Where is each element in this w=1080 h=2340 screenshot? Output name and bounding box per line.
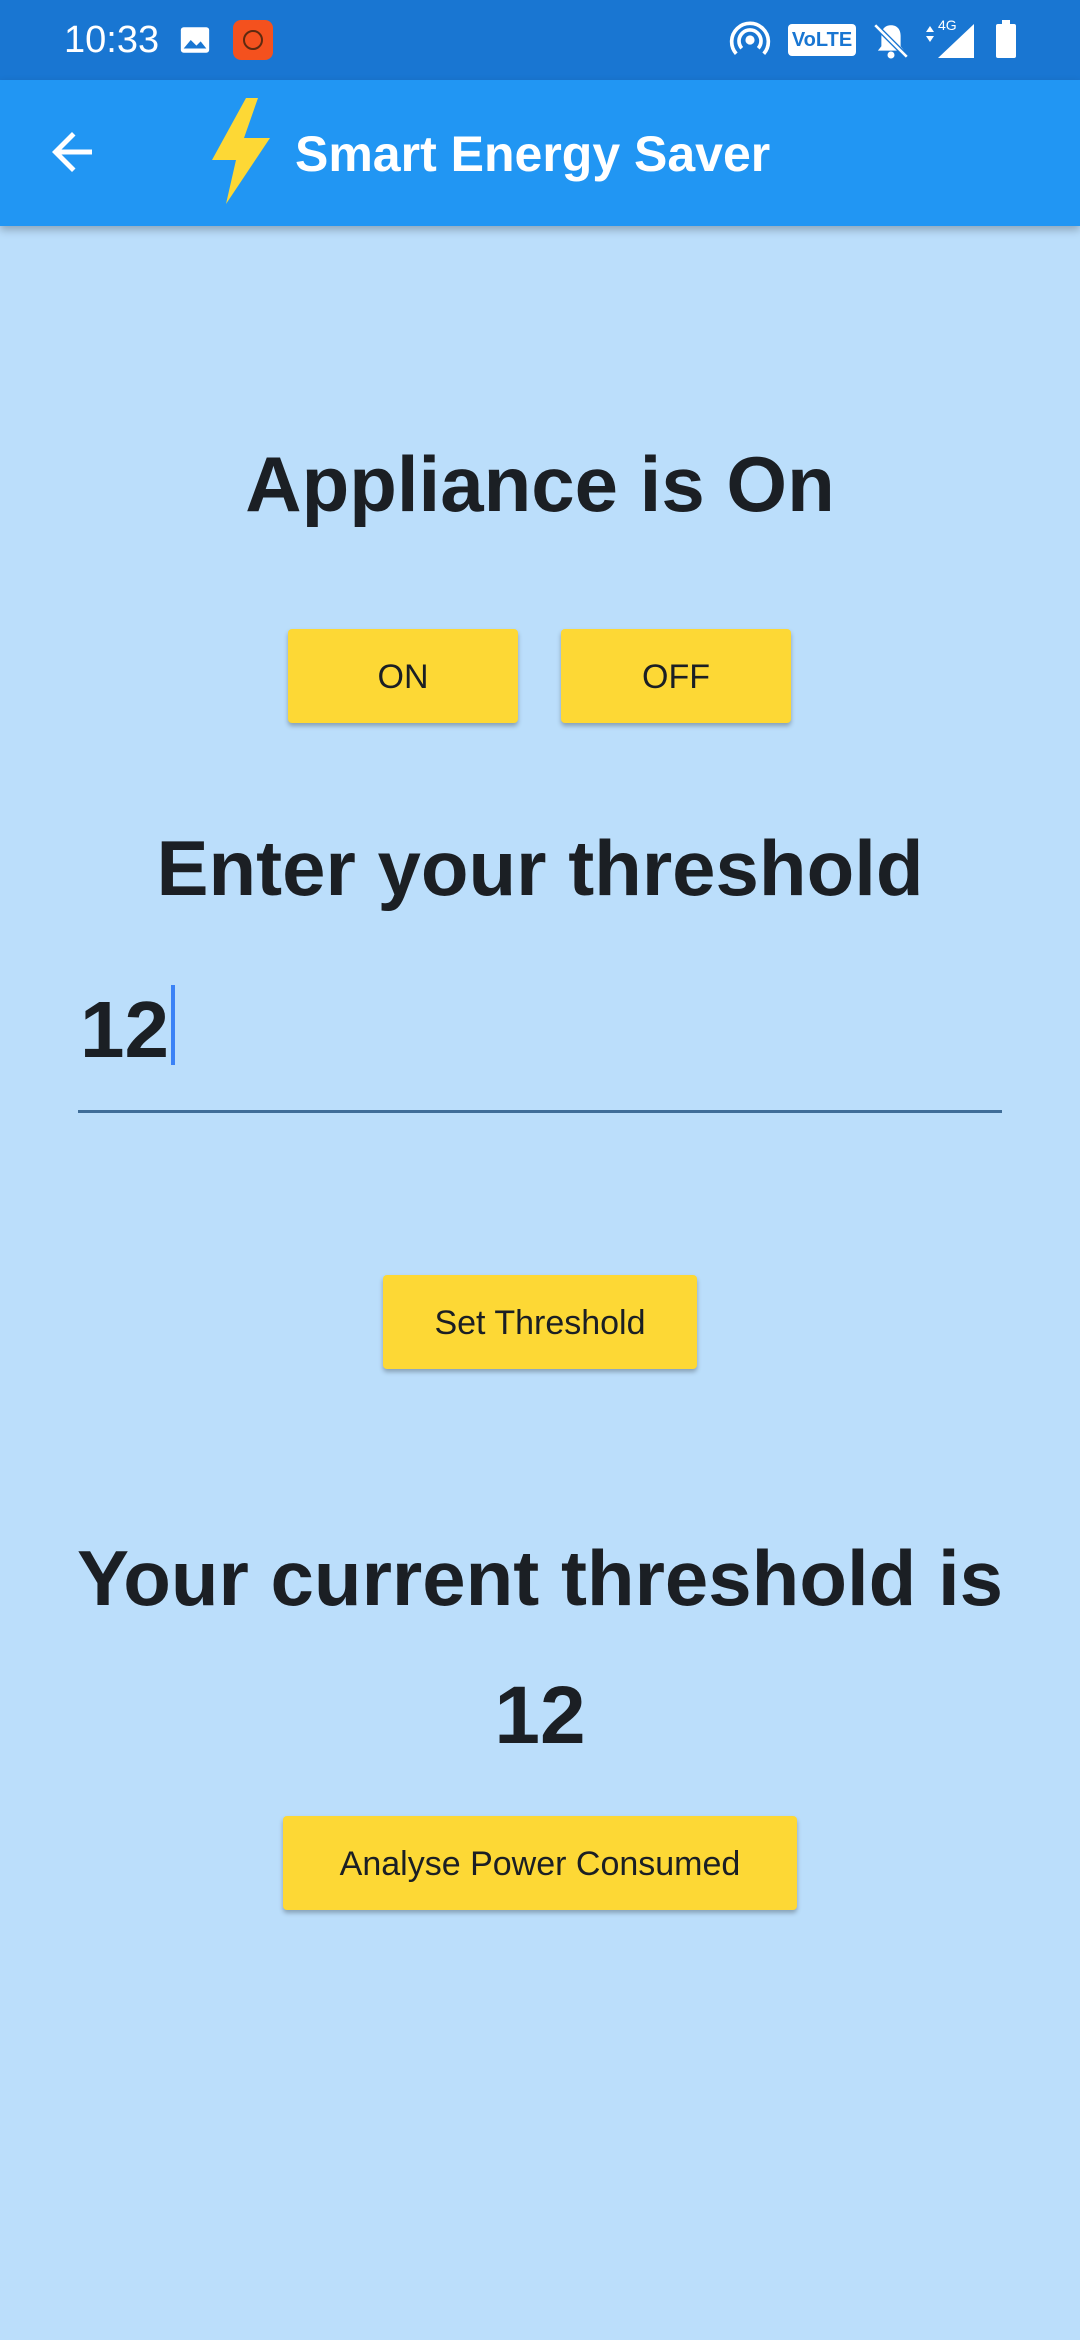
- off-button[interactable]: OFF: [561, 629, 791, 723]
- app-bar: Smart Energy Saver: [0, 80, 1080, 226]
- current-threshold-heading: Your current threshold is: [76, 1534, 1004, 1622]
- battery-icon: [996, 20, 1016, 58]
- threshold-input-text: 12: [80, 985, 169, 1074]
- status-bar: 10:33 VoLTE 4G: [0, 0, 1080, 80]
- lightning-bolt-icon: [212, 98, 270, 204]
- on-button[interactable]: ON: [288, 629, 518, 723]
- set-threshold-button[interactable]: Set Threshold: [383, 1275, 697, 1369]
- back-arrow-icon[interactable]: [42, 122, 102, 182]
- image-notification-icon: [180, 27, 210, 53]
- threshold-input-value: 12: [80, 980, 175, 1080]
- current-threshold-value: 12: [494, 1670, 586, 1761]
- status-time: 10:33: [64, 19, 160, 61]
- volte-badge: VoLTE: [788, 24, 856, 56]
- hotspot-icon: [729, 21, 771, 55]
- app-notification-icon: [233, 20, 273, 60]
- signal-icon: 4G: [926, 17, 974, 58]
- threshold-heading: Enter your threshold: [156, 824, 924, 912]
- analyse-power-button[interactable]: Analyse Power Consumed: [283, 1816, 797, 1910]
- appliance-status-heading: Appliance is On: [245, 440, 835, 528]
- threshold-input[interactable]: 12: [78, 970, 1002, 1113]
- bell-off-icon: [873, 23, 909, 59]
- network-type-label: 4G: [938, 17, 957, 33]
- text-cursor: [170, 985, 175, 1065]
- app-title: Smart Energy Saver: [295, 126, 771, 182]
